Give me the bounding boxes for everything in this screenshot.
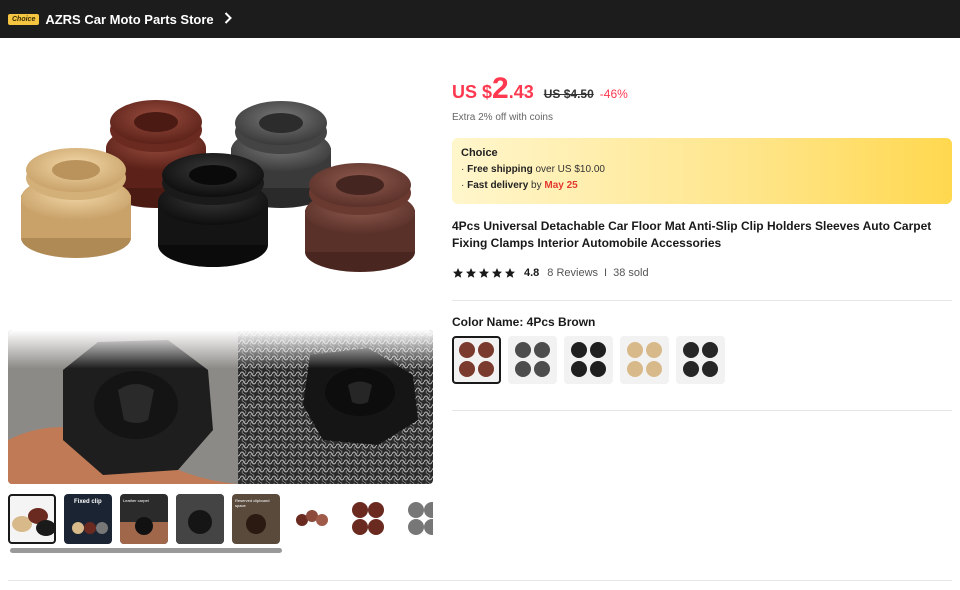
thumbnail-6[interactable] xyxy=(288,494,336,544)
free-shipping-line: · Free shipping over US $10.00 xyxy=(461,164,605,175)
choice-benefits-box[interactable]: Choice · Free shipping over US $10.00 · … xyxy=(452,138,952,204)
product-title: 4Pcs Universal Detachable Car Floor Mat … xyxy=(452,219,932,250)
original-price: US $4.50 xyxy=(543,87,594,101)
delivery-by: by xyxy=(528,180,545,191)
coins-note: Extra 2% off with coins xyxy=(452,112,553,123)
sold-count: 38 sold xyxy=(613,267,649,279)
star-icon xyxy=(453,268,463,278)
price-currency: US $ xyxy=(452,82,493,102)
thumbnail-strip[interactable]: Fixed clip Leather carpet Reserved clipb… xyxy=(8,494,433,554)
star-icon xyxy=(505,268,515,278)
fast-delivery-label: Fast delivery xyxy=(467,180,529,191)
swatch-black[interactable] xyxy=(564,336,613,384)
detail-product-image[interactable] xyxy=(8,330,433,484)
thumbnail-8[interactable] xyxy=(400,494,433,544)
clip-beige xyxy=(21,148,131,258)
thumbnail-caption: Fixed clip xyxy=(74,499,102,505)
thumbnail-4[interactable] xyxy=(176,494,224,544)
thumbnail-5[interactable]: Reserved clipboard space xyxy=(232,494,280,544)
store-header[interactable]: Choice AZRS Car Moto Parts Store xyxy=(0,0,960,38)
free-shipping-label: Free shipping xyxy=(467,164,533,175)
chevron-right-icon[interactable] xyxy=(224,11,232,27)
store-name-link[interactable]: AZRS Car Moto Parts Store xyxy=(45,12,213,27)
divider xyxy=(452,410,952,411)
swatch-black-2[interactable] xyxy=(676,336,725,384)
separator: I xyxy=(604,267,608,279)
color-name-label: Color Name: 4Pcs Brown xyxy=(452,315,596,329)
thumbnail-caption: Reserved clipboard space xyxy=(235,498,270,508)
color-swatches xyxy=(452,336,725,384)
rating-row[interactable]: 4.8 8 Reviews I 38 sold xyxy=(452,267,649,279)
reviews-link[interactable]: 8 Reviews xyxy=(547,267,598,279)
discount-percent: -46% xyxy=(599,87,628,101)
delivery-date: May 25 xyxy=(544,180,578,191)
choice-title: Choice xyxy=(461,147,498,159)
free-shipping-condition: over US $10.00 xyxy=(532,164,605,175)
star-icon xyxy=(479,268,489,278)
price-decimal: .43 xyxy=(508,82,534,102)
thumbnail-1[interactable] xyxy=(8,494,56,544)
star-icon xyxy=(492,268,502,278)
swatch-gray[interactable] xyxy=(508,336,557,384)
main-product-image[interactable] xyxy=(8,60,433,322)
clip-black xyxy=(158,153,268,267)
thumbnail-scrollbar[interactable] xyxy=(10,548,282,553)
thumbnail-2[interactable]: Fixed clip xyxy=(64,494,112,544)
divider xyxy=(452,300,952,301)
star-icon xyxy=(466,268,476,278)
star-rating xyxy=(452,267,516,279)
fast-delivery-line: · Fast delivery by May 25 xyxy=(461,180,578,191)
choice-badge: Choice xyxy=(8,13,40,25)
rating-value: 4.8 xyxy=(524,267,540,279)
swatch-beige[interactable] xyxy=(620,336,669,384)
clip-reddish-brown xyxy=(305,163,415,272)
thumbnail-caption: Leather carpet xyxy=(123,498,149,503)
thumbnail-3[interactable]: Leather carpet xyxy=(120,494,168,544)
divider xyxy=(8,580,952,581)
thumbnail-7[interactable] xyxy=(344,494,392,544)
price-row: US $ 2 .43 US $4.50 -46% xyxy=(452,72,628,106)
price-integer: 2 xyxy=(492,72,509,105)
swatch-brown[interactable] xyxy=(452,336,501,384)
